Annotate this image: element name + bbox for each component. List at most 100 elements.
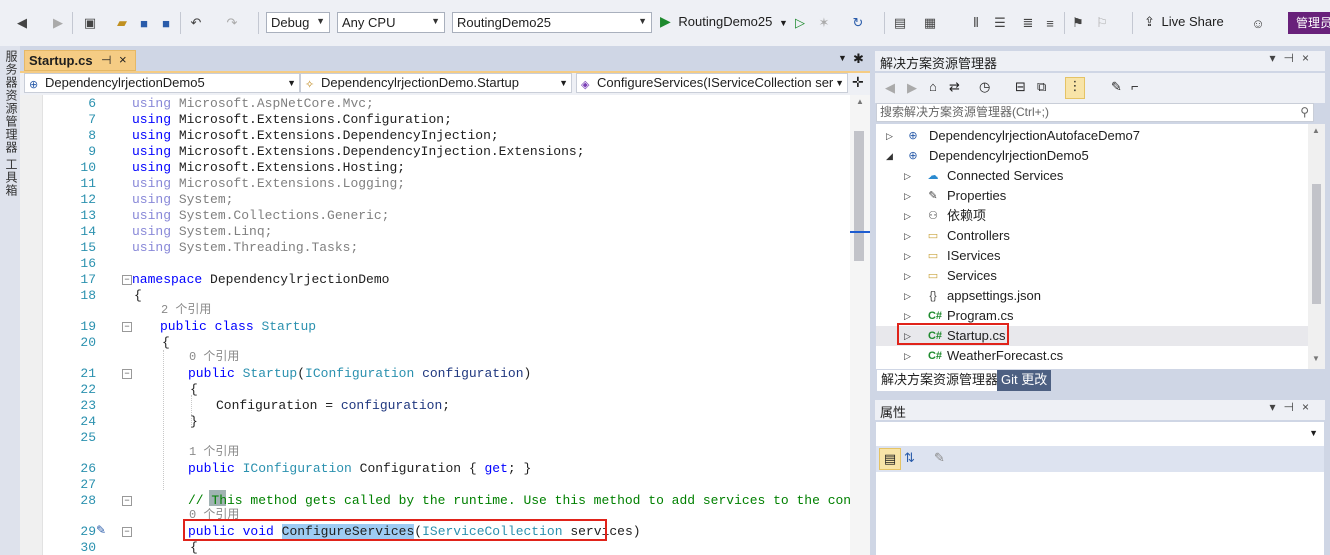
scrollbar-thumb[interactable] bbox=[854, 131, 864, 261]
solution-platform-dropdown[interactable]: Any CPU ▼ bbox=[337, 12, 445, 33]
code-line[interactable]: { bbox=[162, 335, 170, 351]
code-line[interactable]: Configuration = configuration; bbox=[216, 398, 450, 414]
code-line[interactable]: using Microsoft.Extensions.DependencyInj… bbox=[132, 144, 585, 160]
code-line[interactable]: namespace DependencylrjectionDemo bbox=[132, 272, 389, 288]
refresh-icon[interactable]: ↻ bbox=[848, 13, 868, 33]
code-line[interactable]: // This method gets called by the runtim… bbox=[188, 493, 850, 509]
tree-item-properties[interactable]: ▷ ✎ Properties bbox=[876, 186, 1308, 206]
save-icon[interactable]: ■ bbox=[134, 13, 154, 33]
tab-overflow-icon[interactable]: ▼ bbox=[838, 53, 847, 63]
code-line[interactable]: using System.Collections.Generic; bbox=[132, 208, 389, 224]
class-dropdown[interactable]: ✧ DependencylrjectionDemo.Startup ▼ bbox=[300, 73, 572, 93]
gear-icon[interactable]: ✱ bbox=[853, 51, 864, 67]
code-editor[interactable]: 6 7 8 9 10 11 12 13 14 15 16 17 18 19 20 21 22 23 24 25 26 27… bbox=[20, 95, 850, 555]
split-window-icon[interactable]: ✛ bbox=[852, 74, 864, 91]
redo-icon[interactable]: ↷ bbox=[222, 13, 242, 33]
back-icon[interactable]: ◀ bbox=[885, 80, 895, 96]
code-line[interactable]: using Microsoft.Extensions.Logging; bbox=[132, 176, 405, 192]
code-line[interactable]: { bbox=[134, 288, 142, 304]
expand-icon[interactable]: ▷ bbox=[904, 206, 911, 226]
scroll-up-icon[interactable]: ▲ bbox=[856, 97, 864, 106]
expand-icon[interactable]: ▷ bbox=[886, 126, 893, 146]
scrollbar-thumb[interactable] bbox=[1312, 184, 1321, 304]
feedback-icon[interactable]: ☺ bbox=[1248, 13, 1268, 33]
code-line[interactable]: public class Startup bbox=[160, 319, 316, 335]
open-folder-icon[interactable]: ▰ bbox=[112, 13, 132, 33]
tree-item-dependencies[interactable]: ▷ ⚇ 依赖项 bbox=[876, 206, 1308, 226]
tree-item-iservices[interactable]: ▷ ▭ IServices bbox=[876, 246, 1308, 266]
project-dropdown[interactable]: ⊕ DependencylrjectionDemo5 ▼ bbox=[24, 73, 300, 93]
show-all-files-icon[interactable]: ⧉ bbox=[1037, 79, 1046, 95]
collapse-all-icon[interactable]: ⊟ bbox=[1015, 79, 1026, 95]
quick-actions-icon[interactable]: ✎ bbox=[96, 523, 106, 537]
navigate-back-icon[interactable]: ◀ bbox=[12, 13, 32, 33]
tree-item-appsettings[interactable]: ▷ {} appsettings.json bbox=[876, 286, 1308, 306]
properties-wrench-icon[interactable]: ✎ bbox=[1111, 79, 1122, 95]
expand-icon[interactable]: ▷ bbox=[904, 226, 911, 246]
tree-item-project-autofac[interactable]: ▷ ⊕ DependencylrjectionAutofaceDemo7 bbox=[876, 126, 1308, 146]
undo-icon[interactable]: ↶ bbox=[186, 13, 206, 33]
align-icon[interactable]: ⫴ bbox=[966, 13, 986, 33]
code-line[interactable]: using System.Threading.Tasks; bbox=[132, 240, 358, 256]
bookmark-next-icon[interactable]: ⚐ bbox=[1092, 13, 1112, 33]
home-icon[interactable]: ⌂ bbox=[929, 79, 937, 94]
comment-icon[interactable]: ≣ bbox=[1018, 13, 1038, 33]
tab-startup-cs[interactable]: Startup.cs ⊣ × bbox=[24, 50, 136, 71]
pin-icon[interactable]: ⊣ bbox=[101, 53, 111, 67]
reference-count-link[interactable]: 2 个引用 bbox=[161, 302, 211, 318]
reference-count-link[interactable]: 1 个引用 bbox=[189, 444, 239, 460]
forward-icon[interactable]: ▶ bbox=[907, 80, 917, 96]
sync-active-document-icon[interactable]: ⋮ bbox=[1065, 77, 1085, 99]
new-item-icon[interactable]: ▣ bbox=[80, 13, 100, 33]
tree-item-connected-services[interactable]: ▷ ☁ Connected Services bbox=[876, 166, 1308, 186]
expand-icon[interactable]: ▷ bbox=[904, 166, 911, 186]
collapse-icon[interactable]: ◢ bbox=[886, 146, 893, 166]
member-dropdown[interactable]: ◈ ConfigureServices(IServiceCollection s… bbox=[576, 73, 848, 93]
code-line[interactable]: using Microsoft.AspNetCore.Mvc; bbox=[132, 96, 374, 112]
editor-scrollbar[interactable]: ▲ bbox=[850, 95, 870, 555]
live-share-button[interactable]: ⇪ Live Share bbox=[1144, 14, 1224, 30]
pane-controls[interactable]: ▾⊣× bbox=[1270, 51, 1317, 65]
start-debugging-button[interactable]: ▶ RoutingDemo25 ▼ bbox=[660, 13, 788, 33]
object-selector-dropdown[interactable]: ▼ bbox=[876, 424, 1322, 444]
tree-item-weatherforecast[interactable]: ▷ C# WeatherForecast.cs bbox=[876, 346, 1308, 366]
solution-search-input[interactable]: 搜索解决方案资源管理器(Ctrl+;) ⚲ bbox=[876, 103, 1314, 122]
code-line[interactable]: using System.Linq; bbox=[132, 224, 272, 240]
tree-item-services[interactable]: ▷ ▭ Services bbox=[876, 266, 1308, 286]
close-icon[interactable]: × bbox=[119, 52, 127, 67]
tab-solution-explorer[interactable]: 解决方案资源管理器 bbox=[877, 370, 1003, 391]
collapse-outline-icon[interactable]: − bbox=[122, 527, 132, 537]
code-line[interactable]: public IConfiguration Configuration { ge… bbox=[188, 461, 531, 477]
uncomment-icon[interactable]: ≡ bbox=[1040, 13, 1060, 33]
admin-badge[interactable]: 管理员 bbox=[1288, 12, 1330, 34]
tree-item-controllers[interactable]: ▷ ▭ Controllers bbox=[876, 226, 1308, 246]
alphabetical-icon[interactable]: ⇅ bbox=[904, 450, 915, 466]
reference-count-link[interactable]: 0 个引用 bbox=[189, 349, 239, 365]
tab-git-changes[interactable]: Git 更改 bbox=[997, 370, 1052, 391]
browse-icon[interactable]: ▤ bbox=[890, 13, 910, 33]
code-line[interactable]: using System; bbox=[132, 192, 233, 208]
code-line[interactable]: using Microsoft.Extensions.Configuration… bbox=[132, 112, 452, 128]
expand-icon[interactable]: ▷ bbox=[904, 286, 911, 306]
startup-project-dropdown[interactable]: RoutingDemo25 ▼ bbox=[452, 12, 652, 33]
categorized-icon[interactable]: ▤ bbox=[879, 448, 901, 470]
collapse-outline-icon[interactable]: − bbox=[122, 369, 132, 379]
navigate-forward-icon[interactable]: ▶ bbox=[48, 13, 68, 33]
solution-config-dropdown[interactable]: Debug ▼ bbox=[266, 12, 330, 33]
collapse-outline-icon[interactable]: − bbox=[122, 322, 132, 332]
server-explorer-tab[interactable]: 服务器资源管理器 bbox=[3, 50, 20, 154]
expand-icon[interactable]: ▷ bbox=[904, 186, 911, 206]
scroll-up-icon[interactable]: ▲ bbox=[1312, 126, 1320, 135]
collapse-outline-icon[interactable]: − bbox=[122, 496, 132, 506]
layout-icon[interactable]: ▦ bbox=[920, 13, 940, 33]
code-line[interactable]: using Microsoft.Extensions.Hosting; bbox=[132, 160, 405, 176]
save-all-icon[interactable]: ■ bbox=[156, 13, 176, 33]
scroll-down-icon[interactable]: ▼ bbox=[1312, 354, 1320, 363]
start-without-debugging-icon[interactable]: ▷ bbox=[790, 13, 810, 33]
expand-icon[interactable]: ▷ bbox=[904, 246, 911, 266]
toolbox-tab[interactable]: 工具箱 bbox=[3, 158, 20, 197]
code-line[interactable]: using Microsoft.Extensions.DependencyInj… bbox=[132, 128, 499, 144]
hot-reload-icon[interactable]: ✶ bbox=[814, 13, 834, 33]
indent-icon[interactable]: ☰ bbox=[990, 13, 1010, 33]
collapse-outline-icon[interactable]: − bbox=[122, 275, 132, 285]
